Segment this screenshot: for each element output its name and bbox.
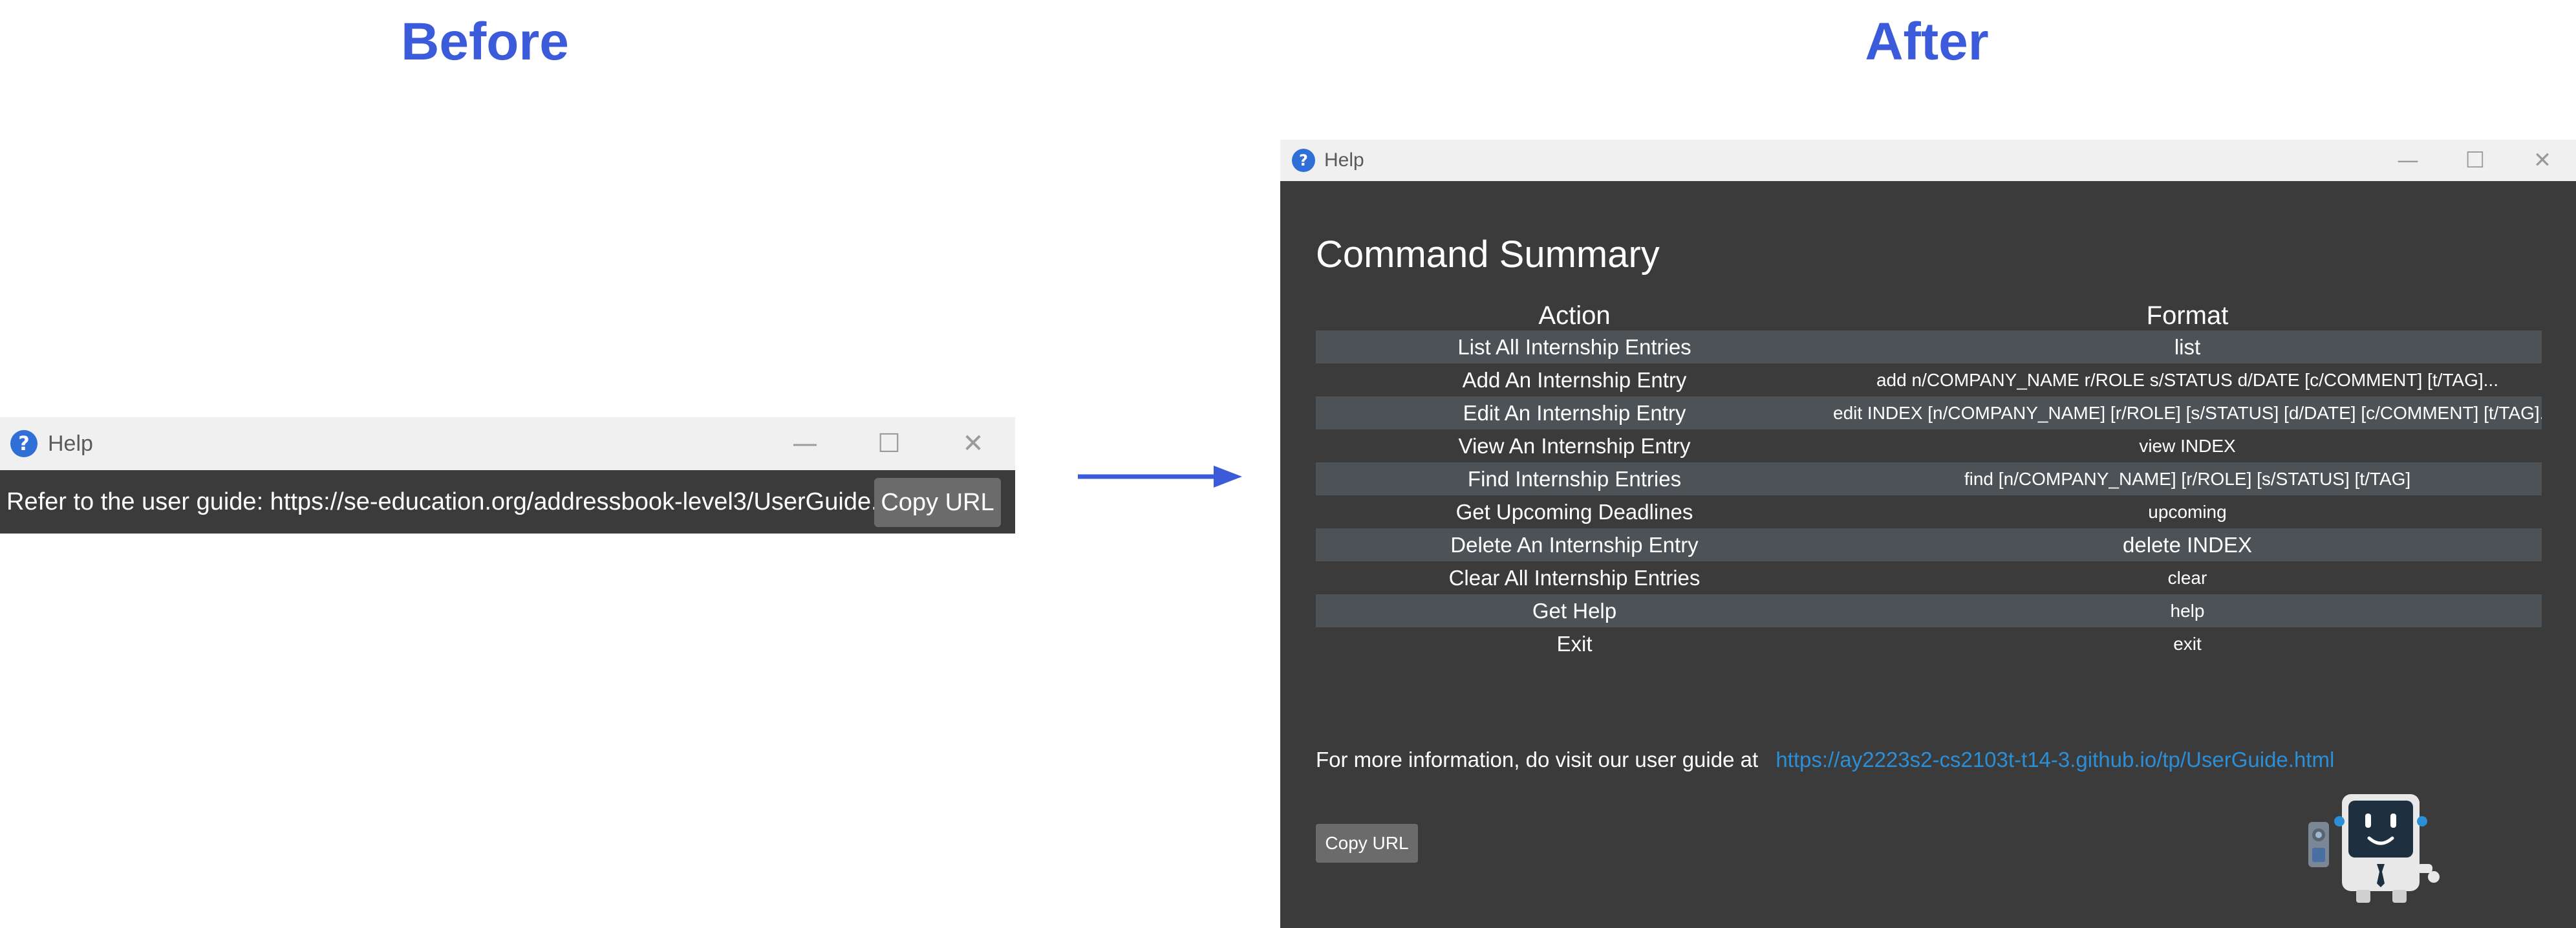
format-column-header: Format bbox=[2146, 301, 2229, 330]
more-info-text: For more information, do visit our user … bbox=[1316, 748, 1759, 772]
format-cell: exit bbox=[2173, 633, 2202, 654]
window-title: Help bbox=[48, 431, 93, 456]
user-guide-message: Refer to the user guide: https://se-educ… bbox=[6, 488, 925, 515]
action-cell: Add An Internship Entry bbox=[1462, 367, 1687, 392]
copy-url-button[interactable]: Copy URL bbox=[1316, 824, 1418, 863]
table-header-row: Action Format bbox=[1316, 297, 2542, 330]
window-controls: — ☐ ✕ bbox=[2374, 140, 2576, 181]
table-row: Add An Internship Entry add n/COMPANY_NA… bbox=[1316, 363, 2542, 396]
action-cell: List All Internship Entries bbox=[1457, 334, 1691, 359]
table-row: Get Help help bbox=[1316, 594, 2542, 627]
help-circle-icon: ? bbox=[10, 430, 38, 457]
table-row: Exit exit bbox=[1316, 627, 2542, 660]
after-help-window: ? Help — ☐ ✕ Command Summary Action Form… bbox=[1280, 140, 2576, 928]
format-cell: upcoming bbox=[2148, 501, 2227, 522]
format-cell: add n/COMPANY_NAME r/ROLE s/STATUS d/DAT… bbox=[1876, 369, 2498, 390]
action-column-header: Action bbox=[1538, 301, 1611, 330]
user-guide-link[interactable]: https://ay2223s2-cs2103t-t14-3.github.io… bbox=[1776, 748, 2334, 772]
action-cell: Find Internship Entries bbox=[1467, 466, 1682, 491]
more-info-line: For more information, do visit our user … bbox=[1316, 748, 2334, 772]
format-cell: find [n/COMPANY_NAME] [r/ROLE] [s/STATUS… bbox=[1964, 468, 2411, 489]
after-window-body: Command Summary Action Format List All I… bbox=[1280, 181, 2576, 928]
table-row: Clear All Internship Entries clear bbox=[1316, 561, 2542, 594]
format-cell: edit INDEX [n/COMPANY_NAME] [r/ROLE] [s/… bbox=[1833, 402, 2542, 423]
before-titlebar: ? Help — ☐ ✕ bbox=[0, 417, 1015, 470]
table-row: Edit An Internship Entry edit INDEX [n/C… bbox=[1316, 396, 2542, 429]
format-cell: view INDEX bbox=[2139, 435, 2236, 456]
table-row: Find Internship Entries find [n/COMPANY_… bbox=[1316, 462, 2542, 495]
maximize-button[interactable]: ☐ bbox=[847, 429, 931, 459]
window-controls: — ☐ ✕ bbox=[763, 417, 1015, 470]
action-cell: Exit bbox=[1556, 631, 1593, 656]
table-row: Delete An Internship Entry delete INDEX bbox=[1316, 528, 2542, 561]
close-button[interactable]: ✕ bbox=[931, 429, 1015, 459]
command-summary-table: Action Format List All Internship Entrie… bbox=[1316, 297, 2542, 660]
copy-url-button[interactable]: Copy URL bbox=[874, 478, 1001, 527]
right-arrow-icon bbox=[1078, 466, 1242, 488]
table-row: List All Internship Entries list bbox=[1316, 330, 2542, 363]
action-cell: Get Upcoming Deadlines bbox=[1455, 499, 1693, 524]
action-cell: Edit An Internship Entry bbox=[1463, 400, 1686, 425]
action-cell: Clear All Internship Entries bbox=[1448, 565, 1701, 590]
command-summary-title: Command Summary bbox=[1316, 233, 1660, 275]
table-row: Get Upcoming Deadlines upcoming bbox=[1316, 495, 2542, 528]
window-title: Help bbox=[1324, 149, 1364, 171]
before-window-body: Refer to the user guide: https://se-educ… bbox=[0, 470, 1015, 534]
format-cell: list bbox=[2174, 334, 2201, 359]
robot-mascot-icon bbox=[2308, 794, 2440, 903]
close-button[interactable]: ✕ bbox=[2509, 147, 2576, 173]
before-heading: Before bbox=[401, 12, 569, 71]
format-cell: help bbox=[2170, 600, 2205, 621]
after-titlebar: ? Help — ☐ ✕ bbox=[1280, 140, 2576, 181]
maximize-button[interactable]: ☐ bbox=[2442, 147, 2509, 173]
before-help-window: ? Help — ☐ ✕ Refer to the user guide: ht… bbox=[0, 417, 1015, 534]
after-heading: After bbox=[1865, 12, 1989, 71]
action-cell: View An Internship Entry bbox=[1458, 433, 1691, 458]
table-row: View An Internship Entry view INDEX bbox=[1316, 429, 2542, 462]
action-cell: Get Help bbox=[1532, 598, 1617, 623]
minimize-button[interactable]: — bbox=[763, 429, 847, 459]
format-cell: clear bbox=[2167, 567, 2207, 588]
help-circle-icon: ? bbox=[1292, 149, 1315, 172]
format-cell: delete INDEX bbox=[2123, 532, 2252, 557]
action-cell: Delete An Internship Entry bbox=[1450, 532, 1699, 557]
minimize-button[interactable]: — bbox=[2374, 147, 2442, 173]
